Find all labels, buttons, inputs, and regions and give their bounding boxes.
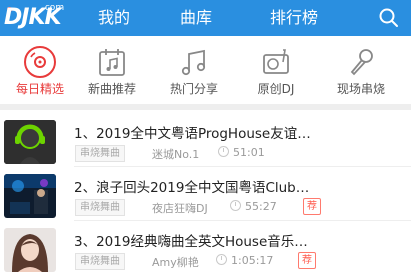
vinyl-arm-icon xyxy=(263,49,289,74)
category-label: 热门分享 xyxy=(169,82,218,96)
tab-charts[interactable]: 排行榜 xyxy=(270,8,318,30)
microphone-icon xyxy=(350,49,373,76)
category-hot-shares[interactable]: 热门分享 xyxy=(154,36,234,101)
top-bar: DJKK .com 我的 曲库 排行榜 xyxy=(0,0,411,36)
track-thumbnail xyxy=(4,174,56,218)
section-divider xyxy=(0,104,411,110)
club-photo-icon xyxy=(4,174,56,218)
dj-avatar-icon xyxy=(4,120,56,164)
music-calendar-icon xyxy=(99,49,125,76)
clock-icon xyxy=(230,200,241,211)
track-thumbnail xyxy=(4,228,56,272)
duration-text: 55:27 xyxy=(245,200,277,213)
track-title: 2、浪子回头2019全中文国粤语Club… xyxy=(74,180,310,196)
track-thumbnail xyxy=(4,120,56,164)
search-button[interactable] xyxy=(378,7,400,29)
track-duration: 51:01 xyxy=(218,146,265,159)
track-duration: 1:05:17 xyxy=(216,254,273,267)
recommended-badge: 荐 xyxy=(303,198,321,215)
category-original-dj[interactable]: 原创DJ xyxy=(236,36,316,101)
track-duration: 55:27 xyxy=(230,200,277,213)
track-author: Amy柳艳 xyxy=(152,256,199,269)
logo-suffix: .com xyxy=(42,3,65,13)
category-new-songs[interactable]: 新曲推荐 xyxy=(72,36,152,101)
tab-mine[interactable]: 我的 xyxy=(98,8,130,30)
track-title: 1、2019全中文粤语ProgHouse友谊… xyxy=(74,126,311,142)
artist-photo-icon xyxy=(4,228,56,272)
tab-library[interactable]: 曲库 xyxy=(180,8,212,30)
genre-tag: 串烧舞曲 xyxy=(75,253,125,270)
category-bar: 每日精选 新曲推荐 热门分享 原创DJ 现场串烧 xyxy=(0,36,411,101)
genre-tag: 串烧舞曲 xyxy=(75,145,125,162)
list-item[interactable]: 2、浪子回头2019全中文国粤语Club… 串烧舞曲 夜店狂嗨DJ 55:27 … xyxy=(0,167,411,219)
category-label: 原创DJ xyxy=(257,82,295,96)
search-icon xyxy=(379,8,398,27)
category-daily-picks[interactable]: 每日精选 xyxy=(0,36,80,101)
list-item[interactable]: 1、2019全中文粤语ProgHouse友谊… 串烧舞曲 迷城No.1 51:0… xyxy=(0,113,411,165)
clock-icon xyxy=(216,254,227,265)
track-author: 夜店狂嗨DJ xyxy=(152,202,208,215)
music-notes-icon xyxy=(181,49,206,76)
category-label: 新曲推荐 xyxy=(87,82,136,96)
disc-icon xyxy=(24,46,56,78)
app-logo[interactable]: DJKK .com xyxy=(4,3,64,33)
duration-text: 51:01 xyxy=(233,146,265,159)
clock-icon xyxy=(218,146,229,157)
category-label: 现场串烧 xyxy=(336,82,385,96)
category-label: 每日精选 xyxy=(15,82,64,96)
genre-tag: 串烧舞曲 xyxy=(75,199,125,216)
duration-text: 1:05:17 xyxy=(231,254,274,267)
track-author: 迷城No.1 xyxy=(152,148,200,161)
track-title: 3、2019经典嗨曲全英文House音乐… xyxy=(74,234,308,250)
recommended-badge: 荐 xyxy=(298,252,316,269)
list-item[interactable]: 3、2019经典嗨曲全英文House音乐… 串烧舞曲 Amy柳艳 1:05:17… xyxy=(0,221,411,273)
category-live-medley[interactable]: 现场串烧 xyxy=(321,36,401,101)
